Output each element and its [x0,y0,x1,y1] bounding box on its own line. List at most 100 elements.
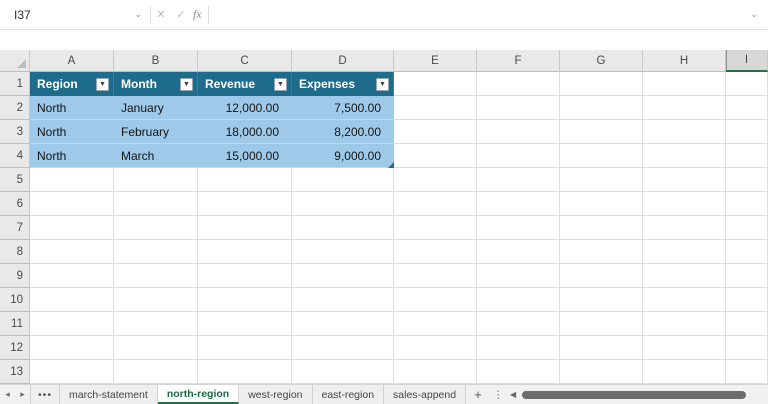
cell-G13[interactable] [560,360,643,384]
cell-A10[interactable] [30,288,114,312]
table-cell[interactable]: 12,000.00 [198,96,292,120]
cell-H4[interactable] [643,144,726,168]
table-cell[interactable]: 7,500.00 [292,96,394,120]
filter-dropdown-icon[interactable]: ▼ [180,78,193,91]
cell-H1[interactable] [643,72,726,96]
cell-F6[interactable] [477,192,560,216]
formula-bar-expand-icon[interactable]: ⌄ [740,9,768,20]
cell-G10[interactable] [560,288,643,312]
table-cell[interactable]: January [114,96,198,120]
row-header-12[interactable]: 12 [0,336,30,360]
cell-H11[interactable] [643,312,726,336]
sheet-tab-march-statement[interactable]: march-statement [60,385,158,404]
table-header-cell[interactable]: Revenue ▼ [198,72,292,96]
cell-B9[interactable] [114,264,198,288]
cell-H2[interactable] [643,96,726,120]
scrollbar-thumb[interactable] [522,391,746,399]
cell-G4[interactable] [560,144,643,168]
scroll-left-icon[interactable]: ◀ [506,390,520,399]
cell-E1[interactable] [394,72,477,96]
row-header-1[interactable]: 1 [0,72,30,96]
cell-C10[interactable] [198,288,292,312]
enter-icon[interactable]: ✓ [171,8,191,21]
cell-E13[interactable] [394,360,477,384]
cell-G8[interactable] [560,240,643,264]
cell-H7[interactable] [643,216,726,240]
table-cell[interactable]: 15,000.00 [198,144,292,168]
cell-F8[interactable] [477,240,560,264]
cell-C11[interactable] [198,312,292,336]
row-header-4[interactable]: 4 [0,144,30,168]
cell-D12[interactable] [292,336,394,360]
cell-E5[interactable] [394,168,477,192]
cell-G12[interactable] [560,336,643,360]
cell-F13[interactable] [477,360,560,384]
cell-G9[interactable] [560,264,643,288]
cell-F12[interactable] [477,336,560,360]
cell-I7[interactable] [726,216,768,240]
cell-I2[interactable] [726,96,768,120]
sheet-nav-right-icon[interactable]: ▸ [15,385,30,404]
cell-F7[interactable] [477,216,560,240]
cell-I1[interactable] [726,72,768,96]
cell-I12[interactable] [726,336,768,360]
cell-F1[interactable] [477,72,560,96]
row-header-11[interactable]: 11 [0,312,30,336]
column-header-A[interactable]: A [30,50,114,72]
cell-F9[interactable] [477,264,560,288]
sheet-tab-east-region[interactable]: east-region [313,385,385,404]
row-header-13[interactable]: 13 [0,360,30,384]
table-cell[interactable]: 8,200.00 [292,120,394,144]
table-cell[interactable]: 18,000.00 [198,120,292,144]
cell-C6[interactable] [198,192,292,216]
cell-G3[interactable] [560,120,643,144]
cell-A7[interactable] [30,216,114,240]
select-all-corner[interactable] [0,50,30,72]
cell-B13[interactable] [114,360,198,384]
cell-H3[interactable] [643,120,726,144]
cancel-icon[interactable]: ✕ [151,8,171,21]
cell-D7[interactable] [292,216,394,240]
row-header-6[interactable]: 6 [0,192,30,216]
cell-B11[interactable] [114,312,198,336]
table-header-cell[interactable]: Region ▼ [30,72,114,96]
column-header-F[interactable]: F [477,50,560,72]
cell-H6[interactable] [643,192,726,216]
table-cell[interactable]: March [114,144,198,168]
name-box[interactable]: I37 ⌄ [0,0,150,29]
cell-I3[interactable] [726,120,768,144]
cell-I10[interactable] [726,288,768,312]
cell-B5[interactable] [114,168,198,192]
cell-A5[interactable] [30,168,114,192]
cell-E11[interactable] [394,312,477,336]
cell-B10[interactable] [114,288,198,312]
more-sheets-tab[interactable]: ••• [30,385,60,404]
cell-F4[interactable] [477,144,560,168]
row-header-7[interactable]: 7 [0,216,30,240]
column-header-E[interactable]: E [394,50,477,72]
cell-I13[interactable] [726,360,768,384]
cell-A13[interactable] [30,360,114,384]
cell-I9[interactable] [726,264,768,288]
cell-F5[interactable] [477,168,560,192]
row-header-5[interactable]: 5 [0,168,30,192]
cell-B12[interactable] [114,336,198,360]
row-header-9[interactable]: 9 [0,264,30,288]
cell-E7[interactable] [394,216,477,240]
cell-B8[interactable] [114,240,198,264]
sheet-tab-west-region[interactable]: west-region [239,385,312,404]
cell-I11[interactable] [726,312,768,336]
cell-H9[interactable] [643,264,726,288]
row-header-8[interactable]: 8 [0,240,30,264]
cell-I8[interactable] [726,240,768,264]
sheet-nav-left-icon[interactable]: ◂ [0,385,15,404]
column-header-H[interactable]: H [643,50,726,72]
cell-H5[interactable] [643,168,726,192]
cell-G11[interactable] [560,312,643,336]
table-cell[interactable]: February [114,120,198,144]
add-sheet-button[interactable]: + [466,385,490,404]
row-header-10[interactable]: 10 [0,288,30,312]
cell-H10[interactable] [643,288,726,312]
cell-E4[interactable] [394,144,477,168]
cell-G2[interactable] [560,96,643,120]
